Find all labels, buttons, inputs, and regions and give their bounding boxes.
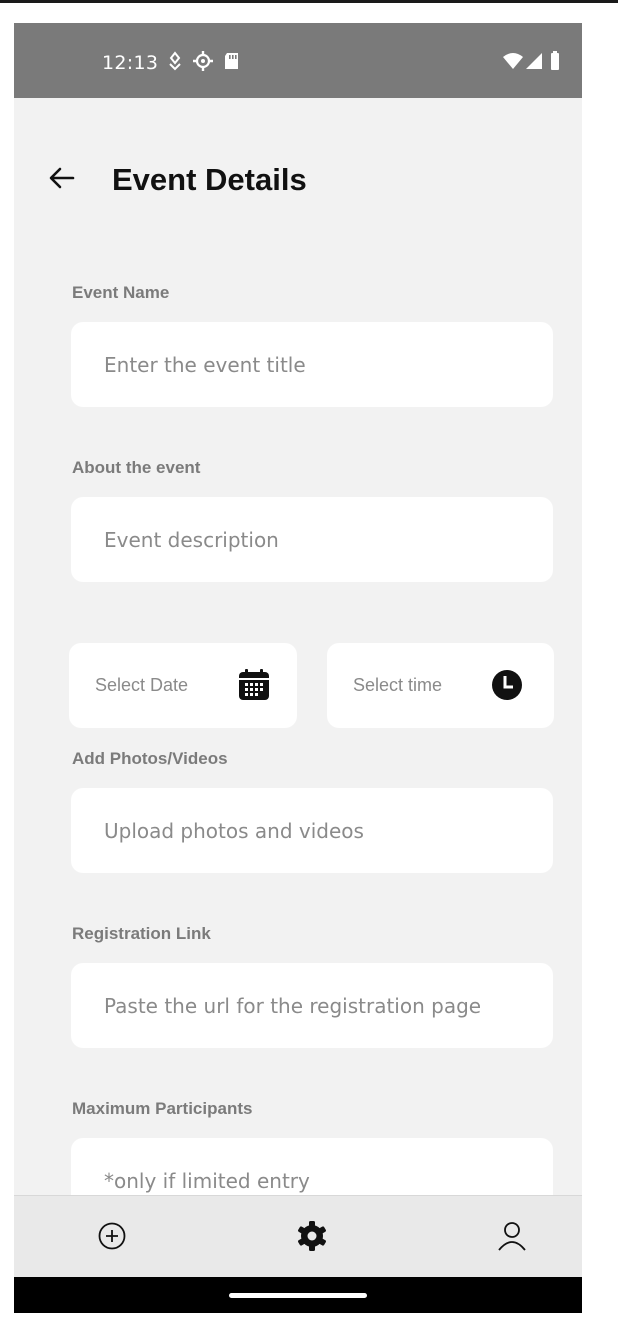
app-header: Event Details [14,98,582,248]
registration-link-label: Registration Link [72,924,211,943]
settings-status-icon [193,51,213,71]
wifi-icon [503,53,523,69]
bottom-navigation [14,1195,582,1278]
back-button[interactable] [44,160,80,196]
registration-link-input[interactable]: Paste the url for the registration page [71,963,553,1048]
nav-profile-button[interactable] [490,1214,534,1258]
page-title: Event Details [112,162,307,197]
signal-icon [526,53,542,69]
status-time: 12:13 [102,52,159,74]
event-name-input[interactable]: Enter the event title [71,322,553,407]
location-icon [169,51,181,71]
nav-add-button[interactable] [90,1214,134,1258]
event-name-placeholder: Enter the event title [104,352,306,377]
sd-card-icon [225,53,238,69]
select-time-label: Select time [353,675,443,695]
phone-screen: 12:13 Event Details Event Name Enter the… [14,23,582,1313]
status-bar: 12:13 [14,23,582,98]
event-description-input[interactable]: Event description [71,497,553,582]
gear-icon [298,1221,326,1251]
upload-media-placeholder: Upload photos and videos [104,818,364,843]
arrow-left-icon [49,167,75,189]
select-date-label: Select Date [95,675,189,695]
battery-icon [551,51,559,70]
event-description-placeholder: Event description [104,527,279,552]
nav-settings-button[interactable] [290,1214,334,1258]
select-time-button[interactable]: Select time [327,643,554,728]
max-participants-label: Maximum Participants [72,1099,253,1118]
top-border [0,0,618,3]
person-icon [498,1222,526,1251]
calendar-icon [239,669,269,700]
event-name-label: Event Name [72,283,170,302]
clock-icon [492,670,522,700]
add-circle-icon [98,1222,126,1250]
add-media-label: Add Photos/Videos [72,749,228,768]
select-date-button[interactable]: Select Date [69,643,297,728]
home-gesture-handle[interactable] [229,1293,367,1298]
registration-link-placeholder: Paste the url for the registration page [104,993,482,1018]
gesture-navigation-bar [14,1277,582,1313]
upload-media-input[interactable]: Upload photos and videos [71,788,553,873]
max-participants-placeholder: *only if limited entry [104,1168,310,1193]
about-event-label: About the event [72,458,201,477]
